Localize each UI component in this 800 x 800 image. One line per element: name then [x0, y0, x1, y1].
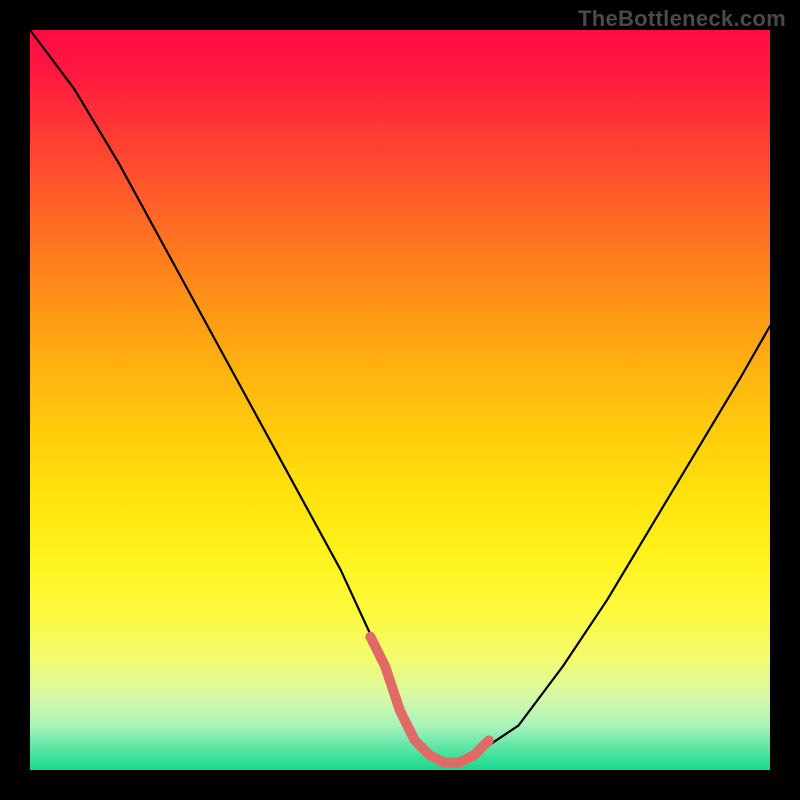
highlight-bottom-path: [370, 637, 488, 763]
chart-frame: TheBottleneck.com: [0, 0, 800, 800]
curve-overlay: [30, 30, 770, 770]
bottleneck-curve-path: [30, 30, 770, 763]
plot-area: [30, 30, 770, 770]
watermark-text: TheBottleneck.com: [578, 6, 786, 32]
